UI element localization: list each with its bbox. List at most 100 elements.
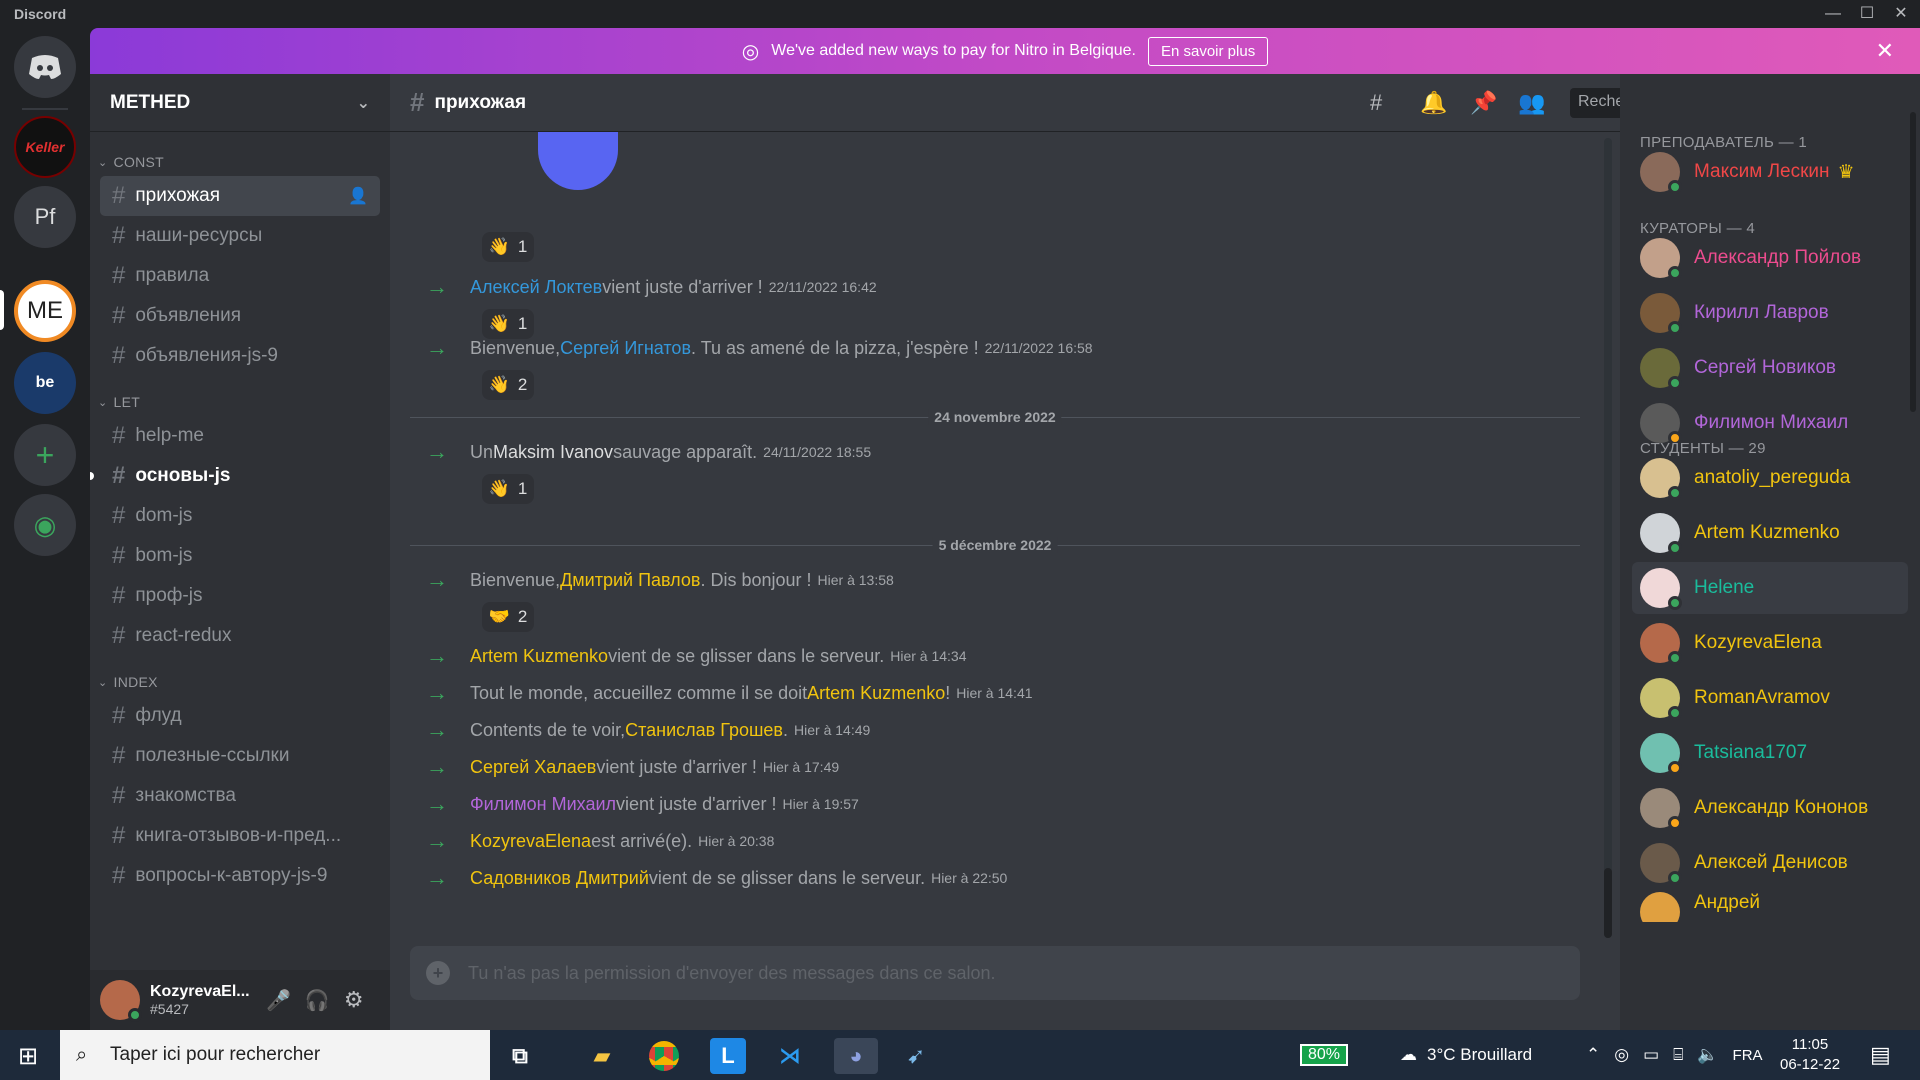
add-server-icon[interactable]: + — [14, 424, 76, 486]
user-mention[interactable]: Садовников Дмитрий — [470, 868, 649, 889]
channel-item[interactable]: # объявления — [100, 296, 380, 336]
channel-item[interactable]: # проф-js — [100, 576, 380, 616]
keller-server-icon[interactable]: Keller — [14, 116, 76, 178]
server-header[interactable]: METHED ⌄ — [90, 74, 390, 132]
channel-item[interactable]: # bom-js — [100, 536, 380, 576]
channel-item[interactable]: # наши-ресурсы — [100, 216, 380, 256]
channel-item[interactable]: # dom-js — [100, 496, 380, 536]
member-item[interactable]: Максим Лескин ♛ — [1632, 146, 1908, 198]
notifications-icon[interactable]: ▤ — [1870, 1042, 1891, 1068]
volume-icon[interactable]: 🔈 — [1697, 1045, 1718, 1065]
channel-item[interactable]: # react-redux — [100, 616, 380, 656]
discord-taskbar-icon[interactable]: ◕ — [834, 1038, 878, 1074]
user-mention[interactable]: Maksim Ivanov — [493, 442, 613, 463]
member-item[interactable]: KozyrevaElena — [1632, 617, 1908, 669]
member-item[interactable]: Tatsiana1707 — [1632, 727, 1908, 779]
reaction[interactable]: 👋 2 — [482, 370, 534, 400]
user-mention[interactable]: Дмитрий Павлов — [560, 570, 700, 591]
channel-item[interactable]: # прихожая 👤 — [100, 176, 380, 216]
reaction[interactable]: 👋 1 — [482, 232, 534, 262]
maximize-button[interactable]: ☐ — [1850, 0, 1884, 28]
settings-gear-icon[interactable]: ⚙ — [344, 987, 364, 1013]
close-window-button[interactable]: ✕ — [1884, 0, 1918, 28]
antivirus-icon[interactable]: ◎ — [1614, 1045, 1629, 1065]
channel-item[interactable]: # правила — [100, 256, 380, 296]
minimize-button[interactable]: — — [1816, 0, 1850, 28]
charleroi-server-icon[interactable]: be — [14, 352, 76, 414]
network-icon[interactable]: ⌸ — [1673, 1045, 1683, 1065]
category-index[interactable]: ⌄ INDEX — [90, 668, 390, 696]
member-item[interactable]: Алексей Денисов — [1632, 837, 1908, 889]
user-mention[interactable]: Станислав Грошев — [625, 720, 783, 741]
member-scrollbar[interactable] — [1910, 112, 1916, 412]
channel-item[interactable]: # книга-отзывов-и-пред... — [100, 816, 380, 856]
weather-widget[interactable]: ☁ 3°C Brouillard — [1400, 1030, 1532, 1080]
discord-home-icon[interactable] — [14, 36, 76, 98]
channel-item[interactable]: # флуд — [100, 696, 380, 736]
channel-label: знакомства — [135, 785, 236, 806]
members-list-icon[interactable]: 👥 — [1518, 90, 1545, 116]
channel-item-unread[interactable]: # основы-js — [90, 456, 380, 496]
battery-indicator[interactable]: 80% — [1300, 1030, 1349, 1080]
app-icon[interactable]: ➹ — [898, 1038, 934, 1074]
user-mention[interactable]: Филимон Михаил — [470, 794, 616, 815]
learn-more-button[interactable]: En savoir plus — [1147, 36, 1269, 66]
channel-item[interactable]: # объявления-js-9 — [100, 336, 380, 376]
reaction[interactable]: 🤝 2 — [482, 602, 534, 632]
member-item[interactable]: anatoliy_pereguda — [1632, 452, 1908, 504]
member-item[interactable]: Александр Пойлов — [1632, 232, 1908, 284]
user-mention[interactable]: Сергей Халаев — [470, 757, 596, 778]
scrollbar-track[interactable] — [1604, 138, 1612, 938]
pin-icon[interactable]: 📌 — [1470, 90, 1497, 116]
user-mention[interactable]: KozyrevaElena — [470, 831, 591, 852]
timestamp: 24/11/2022 18:55 — [763, 444, 872, 460]
msg-text: vient juste d'arriver ! — [596, 756, 757, 777]
headphones-icon[interactable]: 🎧 — [305, 988, 330, 1013]
channel-item[interactable]: # вопросы-к-автору-js-9 — [100, 856, 380, 896]
timestamp: Hier à 14:34 — [890, 648, 967, 664]
invite-icon[interactable]: 👤 — [348, 186, 368, 206]
member-name: Artem Kuzmenko — [1694, 522, 1840, 543]
explore-servers-icon[interactable]: ◉ — [14, 494, 76, 556]
user-mention[interactable]: Алексей Локтев — [470, 277, 602, 298]
chevron-up-icon[interactable]: ⌃ — [1586, 1045, 1600, 1065]
close-banner-icon[interactable]: ✕ — [1876, 38, 1894, 64]
taskbar-search[interactable]: ⌕ Taper ici pour rechercher — [60, 1030, 490, 1080]
language-indicator[interactable]: FRA — [1733, 1047, 1763, 1064]
join-arrow-icon: → — [426, 828, 448, 853]
pf-server-icon[interactable]: Pf — [14, 186, 76, 248]
channel-item[interactable]: # знакомства — [100, 776, 380, 816]
chrome-icon[interactable] — [646, 1038, 682, 1074]
vscode-icon[interactable]: ⋊ — [772, 1038, 808, 1074]
scrollbar-thumb[interactable] — [1604, 868, 1612, 938]
file-explorer-icon[interactable]: ▰ — [584, 1038, 620, 1074]
l-app-icon[interactable]: L — [710, 1038, 746, 1074]
system-message: → Bienvenue, Сергей Игнатов. Tu as amené … — [426, 335, 1093, 361]
channel-item[interactable]: # help-me — [100, 416, 380, 456]
avatar[interactable] — [100, 980, 142, 1022]
member-item[interactable]: Helene — [1632, 562, 1908, 614]
member-item[interactable]: Кирилл Лавров — [1632, 287, 1908, 339]
threads-icon[interactable]: # — [1370, 90, 1382, 116]
bell-icon[interactable]: 🔔 — [1420, 90, 1447, 116]
category-let[interactable]: ⌄ LET — [90, 388, 390, 416]
member-item[interactable]: Александр Кононов — [1632, 782, 1908, 834]
user-mention[interactable]: Artem Kuzmenko — [807, 683, 945, 704]
user-info[interactable]: KozyrevaEl... #5427 — [150, 983, 250, 1017]
channel-item[interactable]: # полезные-ссылки — [100, 736, 380, 776]
member-item[interactable]: Андрей — [1632, 892, 1908, 922]
windows-start-icon[interactable]: ⊞ — [18, 1042, 38, 1071]
mute-mic-icon[interactable]: 🎤 — [266, 988, 291, 1013]
user-mention[interactable]: Artem Kuzmenko — [470, 646, 608, 667]
task-view-icon[interactable]: ⧉ — [502, 1038, 538, 1074]
category-const[interactable]: ⌄ CONST — [90, 148, 390, 176]
hash-icon: # — [112, 302, 126, 329]
clock[interactable]: 11:05 06-12-22 — [1780, 1030, 1840, 1080]
member-item[interactable]: RomanAvramov — [1632, 672, 1908, 724]
battery-icon[interactable]: ▭ — [1643, 1045, 1659, 1065]
member-item[interactable]: Artem Kuzmenko — [1632, 507, 1908, 559]
methed-server-icon[interactable]: ME — [14, 280, 76, 342]
user-mention[interactable]: Сергей Игнатов — [560, 338, 691, 359]
reaction[interactable]: 👋 1 — [482, 474, 534, 504]
member-item[interactable]: Сергей Новиков — [1632, 342, 1908, 394]
